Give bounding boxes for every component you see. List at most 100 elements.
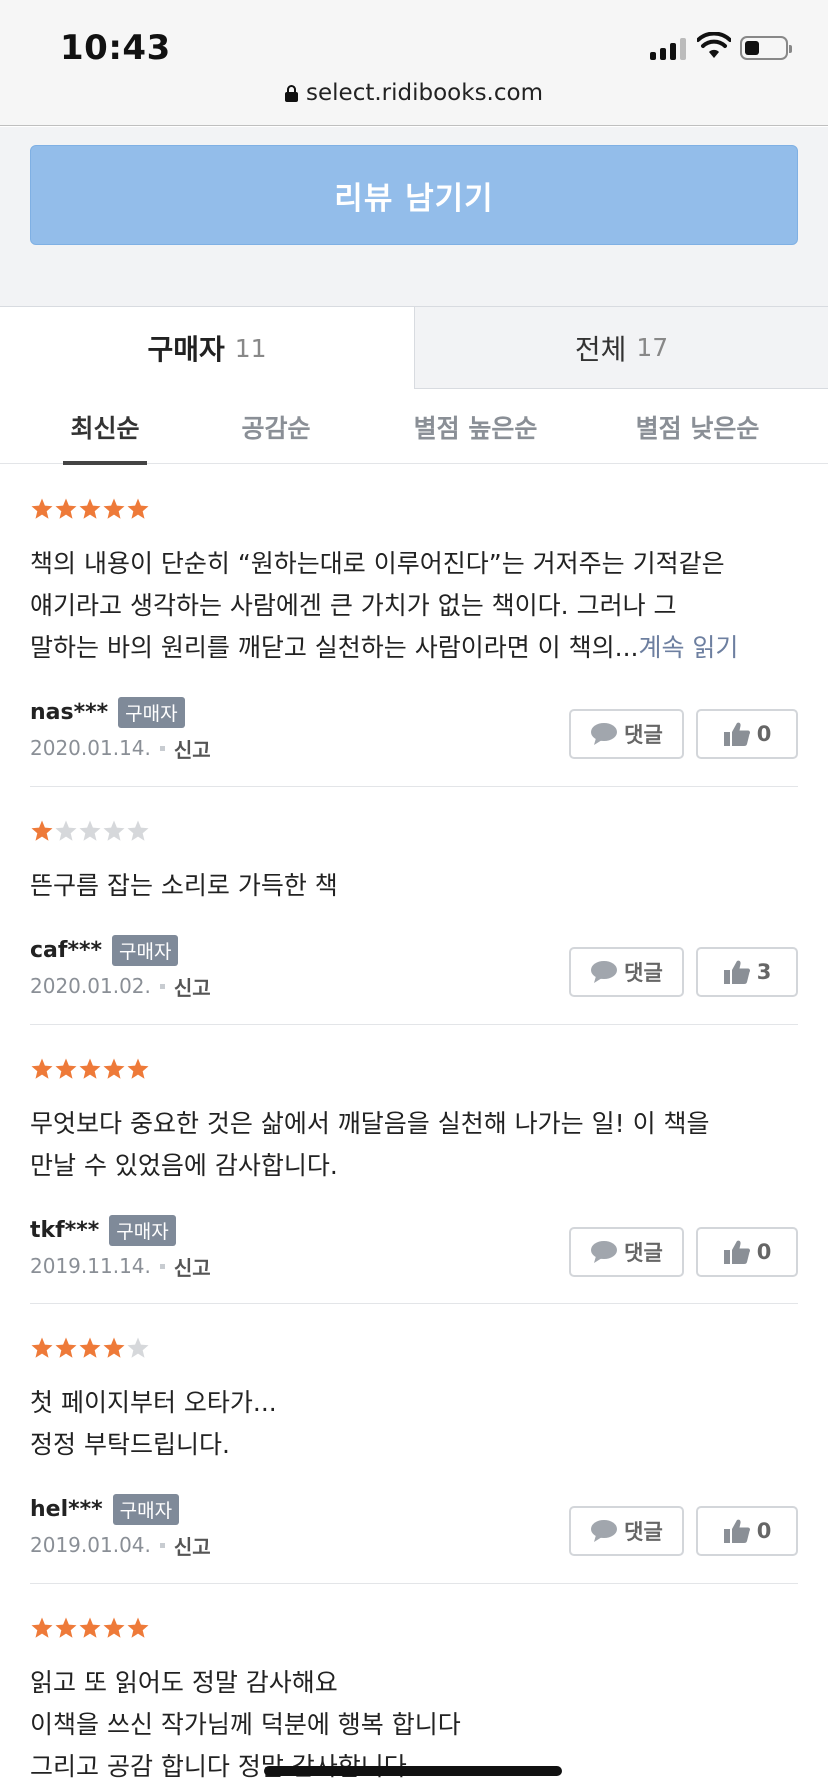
review-text: 뜬구름 잡는 소리로 가득한 책 — [30, 865, 790, 907]
review-text-line: 뜬구름 잡는 소리로 가득한 책 — [30, 871, 338, 900]
star-icon — [31, 1337, 53, 1358]
review-text-line: 무엇보다 중요한 것은 삶에서 깨달음을 실천해 나가는 일! 이 책을 — [30, 1109, 710, 1138]
thumbs-up-icon — [723, 722, 750, 746]
reviewer-name: caf*** — [30, 937, 102, 963]
star-icon — [127, 820, 149, 841]
review-item: 책의 내용이 단순히 “원하는대로 이루어진다”는 거저주는 기적같은얘기라고 … — [30, 465, 798, 787]
star-rating — [30, 1616, 150, 1642]
like-button[interactable]: 0 — [696, 1227, 798, 1277]
write-review-button[interactable]: 리뷰 남기기 — [30, 145, 798, 245]
review-date: 2020.01.14. — [30, 736, 151, 760]
buyer-badge: 구매자 — [109, 1214, 176, 1246]
star-icon — [103, 1058, 125, 1079]
browser-top-bar: 10:43 select.ridibooks.com — [0, 0, 828, 126]
report-link[interactable]: 신고 — [174, 734, 211, 763]
address-bar[interactable]: select.ridibooks.com — [0, 80, 828, 106]
star-icon — [103, 498, 125, 519]
star-icon — [55, 1617, 77, 1638]
star-icon — [31, 1058, 53, 1079]
reviewer-info: caf*** 구매자 — [30, 933, 179, 967]
tab-buyer-label: 구매자 — [147, 333, 225, 366]
reviewer-info: nas*** 구매자 — [30, 695, 185, 729]
like-count: 0 — [756, 1519, 772, 1543]
comment-label: 댓글 — [624, 961, 663, 985]
home-indicator — [264, 1766, 562, 1776]
lock-icon — [285, 85, 299, 102]
review-meta: 2019.11.14. 신고 — [30, 1251, 211, 1281]
review-date: 2020.01.02. — [30, 974, 151, 998]
star-icon — [31, 498, 53, 519]
star-icon — [127, 1337, 149, 1358]
star-icon — [55, 1058, 77, 1079]
status-time: 10:43 — [60, 28, 171, 68]
star-icon — [31, 1617, 53, 1638]
comment-button[interactable]: 댓글 — [569, 947, 684, 997]
star-rating — [30, 819, 150, 845]
review-text-line: 얘기라고 생각하는 사람에겐 큰 가치가 없는 책이다. 그러나 그 — [30, 591, 677, 620]
url-text: select.ridibooks.com — [306, 80, 543, 106]
sort-latest[interactable]: 최신순 — [63, 389, 147, 465]
star-rating — [30, 1057, 150, 1083]
like-button[interactable]: 0 — [696, 1506, 798, 1556]
tab-buyer[interactable]: 구매자 11 — [0, 307, 414, 389]
buyer-badge: 구매자 — [118, 696, 185, 728]
reviewer-name: nas*** — [30, 699, 109, 725]
like-count: 0 — [756, 1240, 772, 1264]
comment-label: 댓글 — [624, 1241, 663, 1265]
reviewer-name: hel*** — [30, 1496, 103, 1522]
review-text-line: 정정 부탁드립니다. — [30, 1430, 230, 1459]
star-icon — [103, 1337, 125, 1358]
separator-dot — [159, 983, 165, 989]
review-tabs: 구매자 11 전체 17 — [0, 307, 828, 389]
star-icon — [79, 1337, 101, 1358]
review-meta: 2020.01.14. 신고 — [30, 733, 211, 763]
star-icon — [55, 498, 77, 519]
star-icon — [103, 1617, 125, 1638]
comment-label: 댓글 — [624, 1520, 663, 1544]
comment-button[interactable]: 댓글 — [569, 709, 684, 759]
star-rating — [30, 497, 150, 523]
review-item: 무엇보다 중요한 것은 삶에서 깨달음을 실천해 나가는 일! 이 책을 만날 수… — [30, 1025, 798, 1304]
star-icon — [127, 1058, 149, 1079]
cellular-signal-icon — [650, 36, 686, 60]
reviewer-info: tkf*** 구매자 — [30, 1213, 176, 1247]
wifi-icon — [697, 32, 731, 58]
report-link[interactable]: 신고 — [174, 1252, 211, 1281]
like-button[interactable]: 0 — [696, 709, 798, 759]
review-meta: 2019.01.04. 신고 — [30, 1530, 211, 1560]
sort-rating-low[interactable]: 별점 낮은순 — [630, 389, 765, 464]
review-meta: 2020.01.02. 신고 — [30, 971, 211, 1001]
review-item: 첫 페이지부터 오타가... 정정 부탁드립니다. hel*** 구매자 2019.01… — [30, 1304, 798, 1584]
review-date: 2019.01.04. — [30, 1533, 151, 1557]
review-write-area: 리뷰 남기기 — [0, 127, 828, 307]
comment-button[interactable]: 댓글 — [569, 1227, 684, 1277]
reviewer-name: tkf*** — [30, 1217, 100, 1243]
separator-dot — [159, 745, 165, 751]
tab-buyer-count: 11 — [234, 333, 267, 363]
comment-icon — [591, 961, 618, 983]
sort-rating-high[interactable]: 별점 높은순 — [408, 389, 543, 464]
review-text-line: 첫 페이지부터 오타가... — [30, 1388, 277, 1417]
comment-button[interactable]: 댓글 — [569, 1506, 684, 1556]
battery-icon — [740, 36, 792, 60]
review-text: 첫 페이지부터 오타가... 정정 부탁드립니다. — [30, 1382, 790, 1466]
like-button[interactable]: 3 — [696, 947, 798, 997]
like-count: 0 — [756, 722, 772, 746]
review-text-line: 책의 내용이 단순히 “원하는대로 이루어진다”는 거저주는 기적같은 — [30, 549, 725, 578]
read-more-link[interactable]: 계속 읽기 — [638, 633, 738, 662]
separator-dot — [159, 1542, 165, 1548]
tab-all[interactable]: 전체 17 — [414, 307, 828, 389]
thumbs-up-icon — [723, 1519, 750, 1543]
review-text-line: 읽고 또 읽어도 정말 감사해요 — [30, 1668, 338, 1697]
buyer-badge: 구매자 — [112, 1493, 180, 1525]
report-link[interactable]: 신고 — [174, 972, 211, 1001]
thumbs-up-icon — [723, 960, 750, 984]
star-icon — [79, 498, 101, 519]
review-item: 뜬구름 잡는 소리로 가득한 책 caf*** 구매자 2020.01.02. 신고 댓글… — [30, 787, 798, 1025]
sort-likes[interactable]: 공감순 — [234, 389, 318, 464]
comment-label: 댓글 — [624, 723, 663, 747]
review-text-line: 이책을 쓰신 작가님께 덕분에 행복 합니다 — [30, 1710, 461, 1739]
review-item: 읽고 또 읽어도 정말 감사해요 이책을 쓰신 작가님께 덕분에 행복 합니다 그리… — [30, 1584, 798, 1784]
star-icon — [79, 820, 101, 841]
report-link[interactable]: 신고 — [174, 1531, 211, 1560]
